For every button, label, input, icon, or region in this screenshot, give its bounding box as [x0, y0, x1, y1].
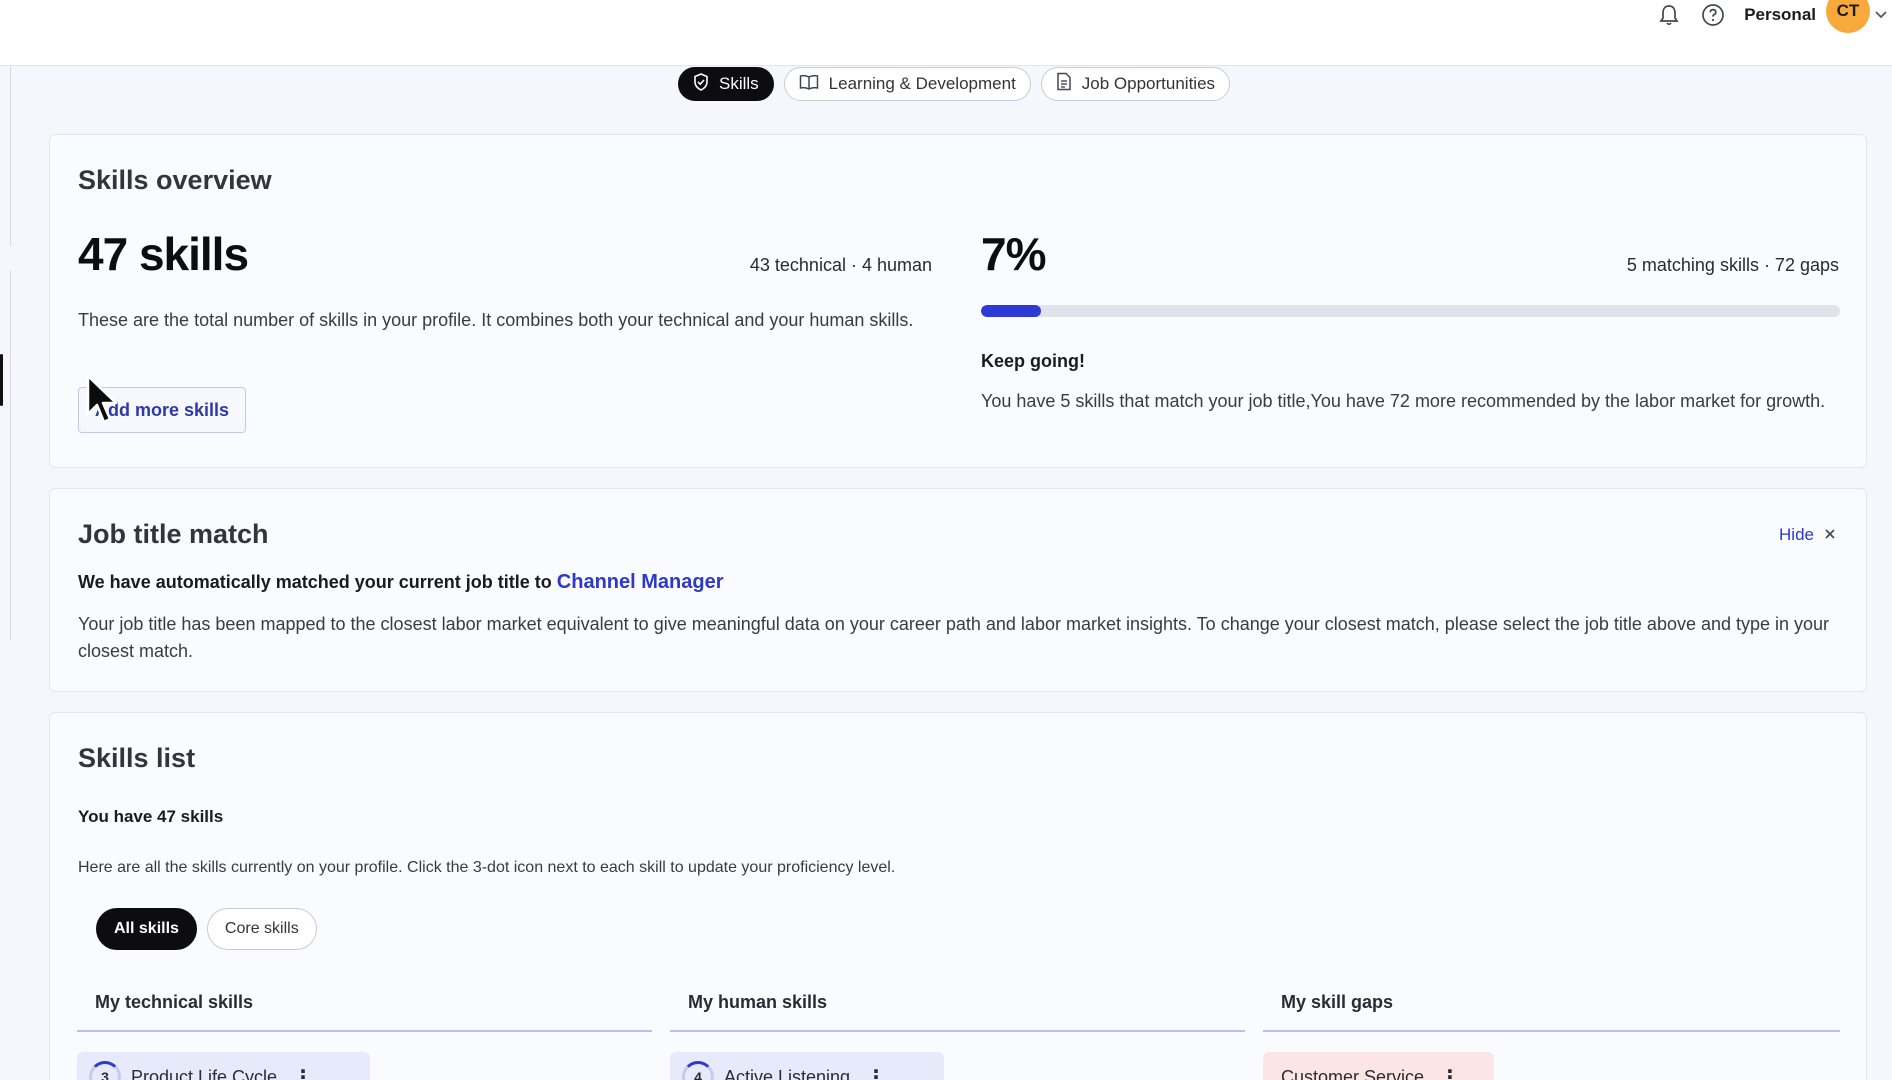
skills-description: These are the total number of skills in …: [78, 310, 914, 330]
avatar[interactable]: CT: [1826, 0, 1870, 33]
sidebar-edge: [0, 66, 12, 1080]
help-icon[interactable]: [1700, 2, 1726, 28]
sidebar-divider: [10, 66, 11, 246]
more-options-icon[interactable]: ⋮: [1440, 1065, 1460, 1080]
skill-name: Customer Service: [1281, 1066, 1425, 1080]
skills-filter-group: All skills Core skills: [96, 908, 317, 950]
account-switcher-label[interactable]: Personal: [1744, 5, 1816, 25]
tab-label: Skills: [719, 74, 759, 93]
book-icon: [799, 74, 819, 95]
shield-check-icon: [693, 72, 709, 96]
column-human-skills: My human skills: [670, 992, 1245, 1032]
encouragement-title: Keep going!: [981, 351, 1085, 371]
job-match-intro-text: We have automatically matched your curre…: [78, 572, 552, 592]
tab-learning-development[interactable]: Learning & Development: [783, 67, 1031, 101]
skill-name: Product Life Cycle: [131, 1066, 278, 1080]
sidebar-active-indicator[interactable]: [0, 354, 3, 406]
bell-icon[interactable]: [1656, 2, 1682, 28]
mouse-cursor-icon: [86, 374, 120, 435]
more-options-icon[interactable]: ⋮: [866, 1065, 886, 1080]
sidebar-divider: [10, 270, 11, 640]
match-summary: 5 matching skills · 72 gaps: [1626, 255, 1839, 275]
skills-list-description: Here are all the skills currently on you…: [78, 859, 896, 876]
skills-count-text: You have 47 skills: [78, 807, 224, 826]
match-percentage: 7%: [981, 228, 1046, 280]
total-skills-count: 47 skills: [78, 228, 249, 280]
card-title: Skills overview: [78, 165, 272, 195]
skill-chip[interactable]: 4 Active Listening ⋮: [670, 1052, 944, 1080]
section-tabs: Skills Learning & Development Job Opport…: [678, 67, 1231, 101]
close-icon: [1824, 525, 1836, 545]
matched-job-title-link[interactable]: Channel Manager: [557, 571, 724, 593]
tab-skills[interactable]: Skills: [678, 67, 774, 101]
match-progress-bar: [981, 305, 1840, 317]
skill-chip[interactable]: Customer Service ⋮: [1263, 1052, 1494, 1080]
tab-label: Learning & Development: [828, 74, 1016, 93]
column-technical-skills: My technical skills: [77, 992, 652, 1032]
job-title-match-card: Job title match Hide We have automatical…: [49, 488, 1867, 692]
filter-core-skills[interactable]: Core skills: [206, 908, 317, 950]
filter-all-skills[interactable]: All skills: [96, 908, 197, 950]
chevron-down-icon[interactable]: [1870, 4, 1892, 26]
card-title: Skills list: [78, 743, 196, 773]
proficiency-ring: 3: [89, 1061, 121, 1080]
proficiency-ring: 4: [682, 1061, 714, 1080]
skill-chip[interactable]: 3 Product Life Cycle ⋮: [77, 1052, 370, 1080]
skill-name: Active Listening: [724, 1066, 851, 1080]
more-options-icon[interactable]: ⋮: [293, 1065, 313, 1080]
job-match-intro: We have automatically matched your curre…: [78, 571, 724, 594]
card-title: Job title match: [78, 519, 269, 549]
hide-button[interactable]: Hide: [1779, 525, 1836, 545]
skills-breakdown: 43 technical · 4 human: [749, 255, 932, 275]
tab-label: Job Opportunities: [1081, 74, 1216, 93]
hide-label: Hide: [1779, 525, 1814, 544]
column-skill-gaps: My skill gaps: [1263, 992, 1840, 1032]
document-icon: [1056, 72, 1072, 96]
job-match-description: Your job title has been mapped to the cl…: [78, 614, 1830, 661]
skills-overview-card: Skills overview 47 skills 43 technical ·…: [49, 134, 1867, 468]
encouragement-text: You have 5 skills that match your job ti…: [981, 391, 1826, 411]
tab-job-opportunities[interactable]: Job Opportunities: [1040, 67, 1231, 101]
top-bar: Personal CT: [0, 0, 1892, 66]
topbar-actions: Personal CT: [1656, 0, 1892, 33]
match-progress-fill: [981, 305, 1042, 317]
